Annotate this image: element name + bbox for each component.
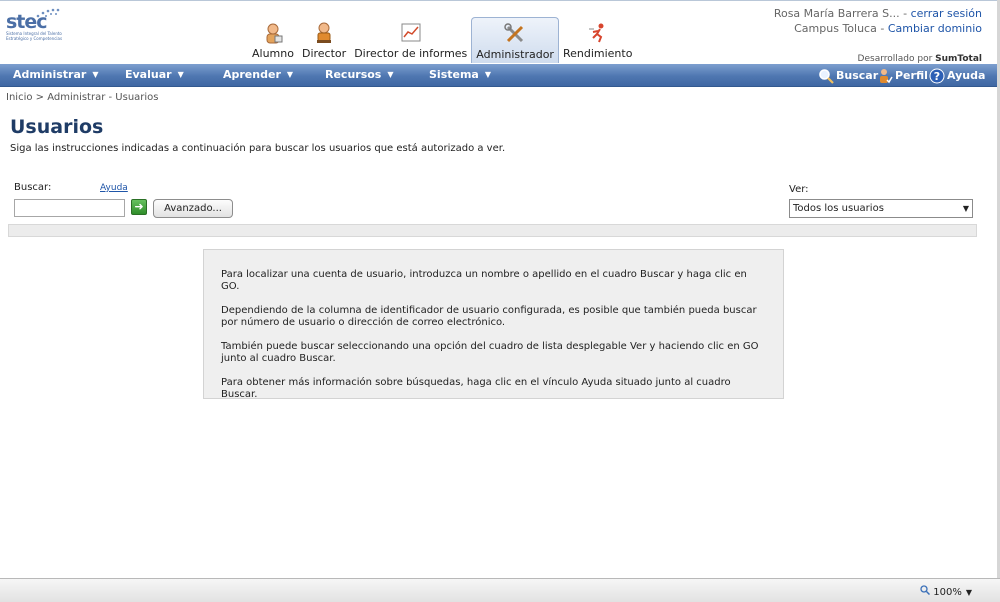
- logo-tagline: Sistema Integral del Talento Estratégico…: [6, 31, 63, 41]
- page-subtitle: Siga las instrucciones indicadas a conti…: [10, 143, 506, 154]
- user-name: Rosa María Barrera S...: [773, 7, 900, 20]
- view-select[interactable]: Todos los usuarios ▼: [789, 199, 973, 218]
- logo-dots-icon: [36, 8, 60, 18]
- info-paragraph: Dependiendo de la columna de identificad…: [221, 305, 757, 328]
- stec-logo[interactable]: stec Sistema Integral del Talento Estrat…: [6, 8, 68, 53]
- help-icon: ?: [929, 68, 945, 83]
- caret-down-icon: ▼: [387, 70, 394, 79]
- search-input[interactable]: [14, 199, 125, 217]
- results-strip: [8, 224, 977, 237]
- caret-down-icon: ▼: [484, 70, 491, 79]
- developed-by: Desarrollado por SumTotal: [858, 54, 982, 64]
- breadcrumb: Inicio > Administrar - Usuarios: [6, 92, 159, 103]
- director-icon: [312, 21, 336, 45]
- nav-sistema[interactable]: Sistema ▼: [429, 64, 491, 87]
- info-paragraph: Para localizar una cuenta de usuario, in…: [221, 269, 747, 292]
- go-button[interactable]: ➜: [131, 199, 147, 215]
- caret-down-icon: ▼: [92, 70, 99, 79]
- search-help-link[interactable]: Ayuda: [100, 183, 128, 193]
- role-label: Rendimiento: [562, 47, 633, 60]
- nav-evaluar[interactable]: Evaluar ▼: [125, 64, 184, 87]
- zoom-dropdown-icon[interactable]: ▼: [966, 588, 972, 597]
- report-chart-icon: [399, 21, 423, 45]
- campus-name: Campus Toluca: [794, 22, 877, 35]
- change-domain-link[interactable]: Cambiar dominio: [888, 22, 982, 35]
- nav-administrar[interactable]: Administrar ▼: [13, 64, 98, 87]
- nav-buscar-label: Buscar: [836, 69, 879, 82]
- campus-separator: -: [876, 22, 888, 35]
- developed-by-prefix: Desarrollado por: [857, 54, 936, 64]
- user-box: Rosa María Barrera S... - cerrar sesión …: [774, 6, 982, 36]
- nav-label: Evaluar: [125, 68, 172, 81]
- nav-perfil[interactable]: Perfil: [877, 64, 928, 87]
- nav-recursos[interactable]: Recursos ▼: [325, 64, 394, 87]
- view-selected-value: Todos los usuarios: [793, 203, 884, 214]
- role-label: Director de informes: [354, 47, 468, 60]
- role-tab-rendimiento[interactable]: Rendimiento: [559, 17, 636, 63]
- nav-ayuda-label: Ayuda: [947, 69, 986, 82]
- runner-icon: [586, 21, 610, 45]
- main-nav: Administrar ▼ Evaluar ▼ Aprender ▼ Recursos…: [0, 64, 1000, 87]
- role-tabs: Alumno Director Director de informes Adm…: [248, 17, 636, 63]
- logout-link[interactable]: cerrar sesión: [911, 7, 982, 20]
- nav-ayuda[interactable]: ? Ayuda: [929, 64, 985, 87]
- zoom-control[interactable]: 100% ▼: [920, 585, 972, 598]
- advanced-search-button[interactable]: Avanzado...: [153, 199, 233, 218]
- svg-text:?: ?: [934, 70, 940, 83]
- role-tab-director-informes[interactable]: Director de informes: [350, 17, 471, 63]
- nav-label: Recursos: [325, 68, 382, 81]
- header: stec Sistema Integral del Talento Estrat…: [0, 0, 1000, 64]
- profile-icon: [880, 68, 893, 83]
- dropdown-arrow-icon: ▼: [962, 204, 969, 213]
- go-arrow-icon: ➜: [134, 200, 144, 213]
- user-separator: -: [899, 7, 911, 20]
- zoom-icon: [920, 585, 931, 596]
- developed-by-brand: SumTotal: [935, 54, 982, 64]
- search-label: Buscar:: [14, 182, 52, 193]
- nav-label: Administrar: [13, 68, 87, 81]
- caret-down-icon: ▼: [177, 70, 184, 79]
- nav-buscar[interactable]: Buscar: [818, 64, 878, 87]
- view-label: Ver:: [789, 184, 809, 195]
- tools-icon: [503, 22, 527, 46]
- info-box: Para localizar una cuenta de usuario, in…: [203, 249, 784, 400]
- nav-label: Aprender: [223, 68, 281, 81]
- role-label: Administrador: [476, 48, 554, 61]
- student-icon: [261, 21, 285, 45]
- nav-label: Sistema: [429, 68, 479, 81]
- nav-aprender[interactable]: Aprender ▼: [223, 64, 293, 87]
- role-tab-administrador[interactable]: Administrador: [471, 17, 559, 63]
- role-label: Alumno: [252, 47, 294, 60]
- zoom-level: 100%: [933, 587, 962, 598]
- role-label: Director: [301, 47, 347, 60]
- role-tab-director[interactable]: Director: [298, 17, 350, 63]
- info-paragraph: Para obtener más información sobre búsqu…: [221, 377, 731, 400]
- info-paragraph: También puede buscar seleccionando una o…: [221, 341, 759, 364]
- role-tab-alumno[interactable]: Alumno: [248, 17, 298, 63]
- page-title: Usuarios: [10, 116, 104, 138]
- status-bar: 100% ▼: [0, 578, 1000, 602]
- magnifier-icon: [819, 68, 834, 84]
- caret-down-icon: ▼: [286, 70, 294, 79]
- nav-perfil-label: Perfil: [895, 69, 928, 82]
